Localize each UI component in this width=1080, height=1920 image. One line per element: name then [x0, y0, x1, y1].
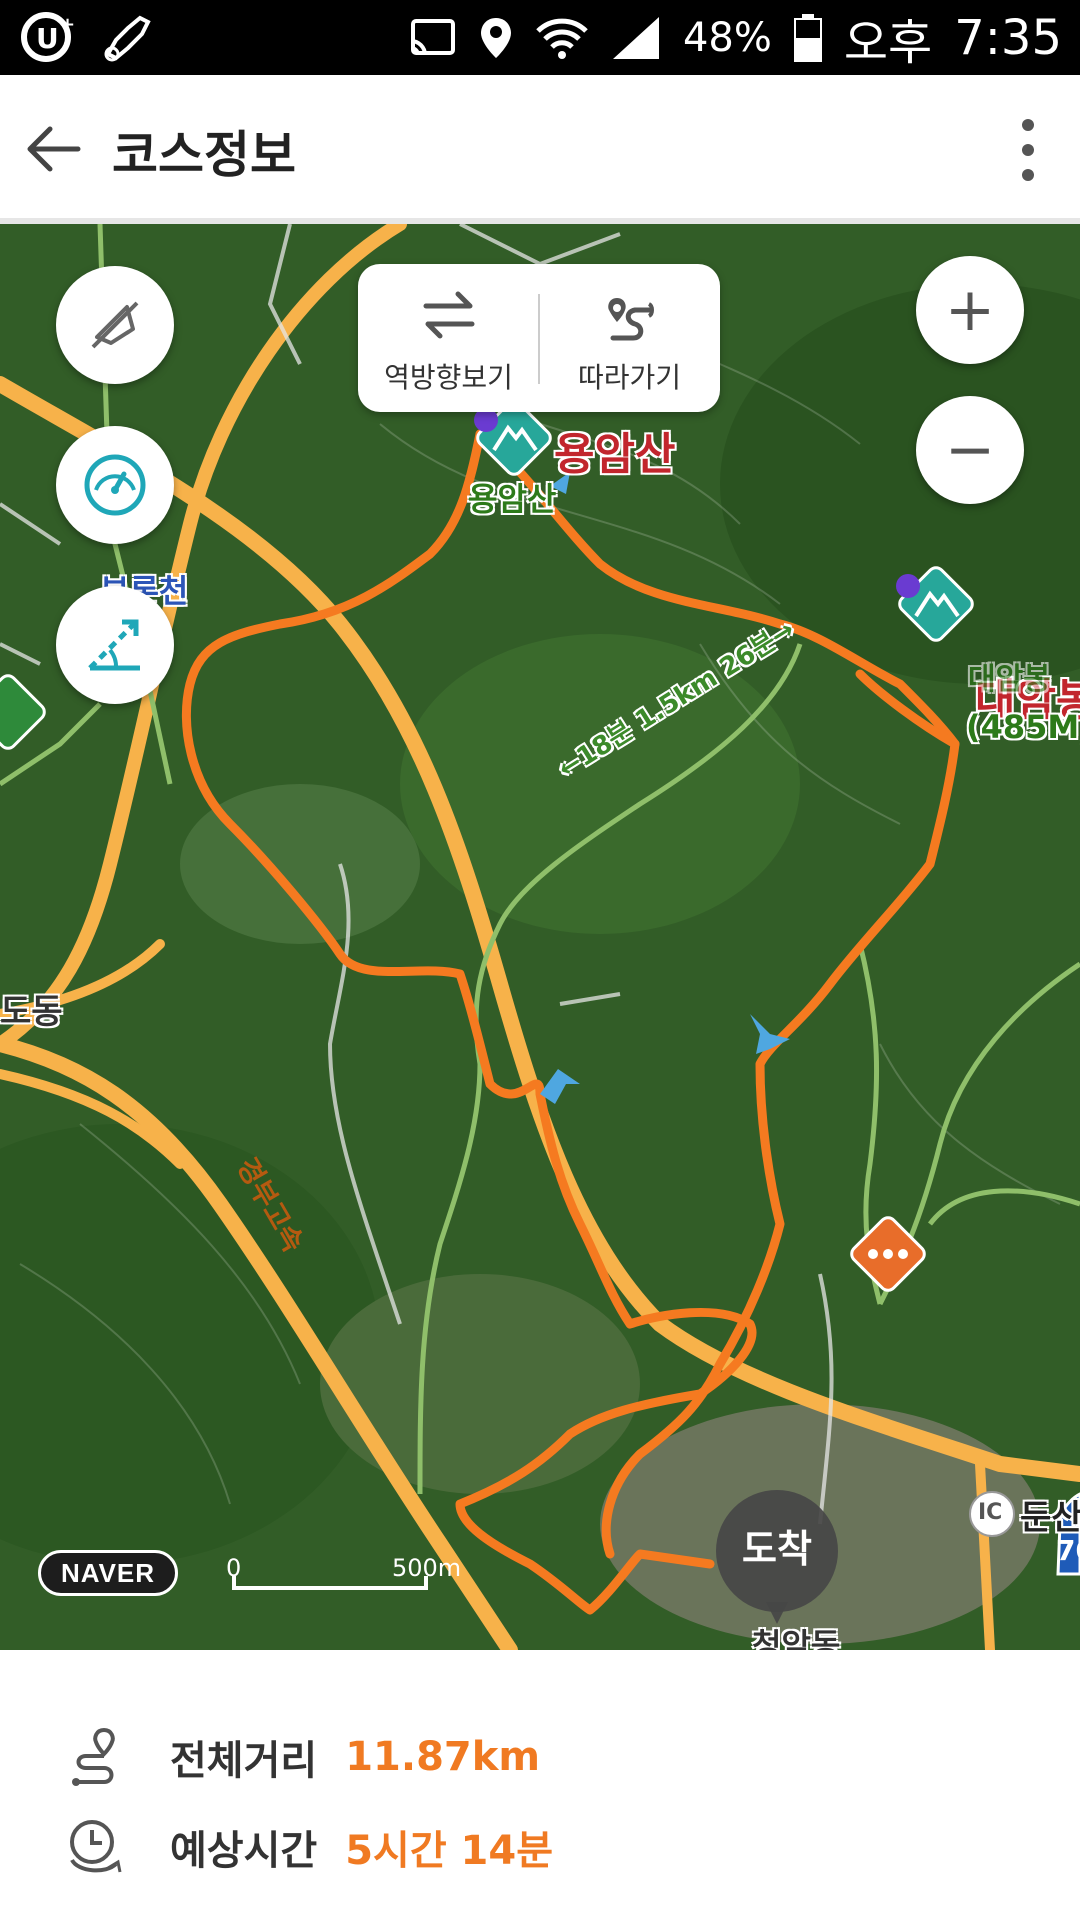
- status-bar: U + 48% 오후 7:35: [0, 0, 1080, 75]
- speedometer-button[interactable]: [56, 426, 174, 544]
- compass-off-button[interactable]: [56, 266, 174, 384]
- follow-route-button[interactable]: 따라가기: [539, 264, 720, 412]
- more-vertical-icon[interactable]: [1016, 115, 1040, 185]
- place-label-ic-name: 둔산: [1020, 1498, 1080, 1538]
- svg-text:+: +: [60, 14, 75, 35]
- location-pin-icon: [480, 17, 511, 58]
- route-distance-icon: [72, 1727, 115, 1786]
- time-value: 5시간 14분: [345, 1828, 554, 1874]
- reverse-direction-button[interactable]: 역방향보기: [358, 264, 539, 412]
- battery-percent: 48%: [682, 14, 772, 61]
- follow-route-label: 따라가기: [577, 361, 682, 394]
- speedometer-icon: [84, 454, 146, 516]
- u-plus-icon: U +: [21, 12, 75, 62]
- road-label-ic: IC: [978, 1500, 1003, 1525]
- route-tool-card: 역방향보기 따라가기: [358, 264, 720, 412]
- time-label: 예상시간: [170, 1828, 318, 1874]
- cast-icon: [410, 18, 455, 55]
- place-label-daeambong-height: (485M): [966, 708, 1080, 746]
- place-label-town-bottom: 청암동: [752, 1626, 841, 1650]
- page-title: 코스정보: [112, 126, 296, 184]
- arrival-marker-pointer: [766, 1602, 788, 1624]
- place-label-yongamsan-small: 용암산: [468, 480, 557, 518]
- distance-row: 전체거리 11.87km: [64, 1722, 540, 1792]
- place-label-daeambong-small: 대암봉: [968, 662, 1051, 697]
- shoe-icon: [104, 15, 151, 62]
- arrow-left-icon[interactable]: [22, 117, 86, 181]
- time-row: 예상시간 5시간 14분: [64, 1812, 553, 1882]
- distance-value: 11.87km: [345, 1734, 541, 1780]
- zoom-out-button[interactable]: −: [916, 396, 1024, 504]
- compass-off-icon: [91, 301, 139, 349]
- app-bar: 코스정보: [0, 75, 1080, 223]
- clock-icon: [70, 1820, 122, 1873]
- status-ampm: 오후: [843, 14, 933, 71]
- battery-icon: [793, 13, 822, 62]
- plus-icon: +: [944, 275, 996, 345]
- place-label-yongamsan: 용암산: [554, 429, 676, 480]
- map-provider-logo: NAVER: [38, 1550, 178, 1596]
- distance-label: 전체거리: [170, 1738, 318, 1784]
- arrival-marker[interactable]: 도착: [716, 1490, 838, 1612]
- signal-icon: [612, 16, 659, 59]
- route-shield-label: 70: [1056, 1534, 1080, 1567]
- svg-text:U: U: [36, 22, 59, 55]
- minus-icon: −: [944, 415, 996, 485]
- slope-icon: [88, 619, 140, 671]
- reverse-direction-label: 역방향보기: [384, 361, 513, 394]
- course-summary: 전체거리 11.87km 예상시간 5시간 14분: [0, 1650, 1080, 1920]
- swap-arrows-icon: [423, 291, 475, 339]
- slope-button[interactable]: [56, 586, 174, 704]
- follow-path-icon: [608, 298, 654, 341]
- course-map[interactable]: 용암산 용암산 대암봉 대암봉 (485M) 부론천 도동 경부고속 IC 둔산…: [0, 224, 1080, 1650]
- scale-bar: [232, 1576, 428, 1590]
- zoom-in-button[interactable]: +: [916, 256, 1024, 364]
- wifi-icon: [536, 18, 588, 59]
- place-label-village-left: 도동: [0, 992, 63, 1032]
- status-time: 7:35: [954, 9, 1062, 66]
